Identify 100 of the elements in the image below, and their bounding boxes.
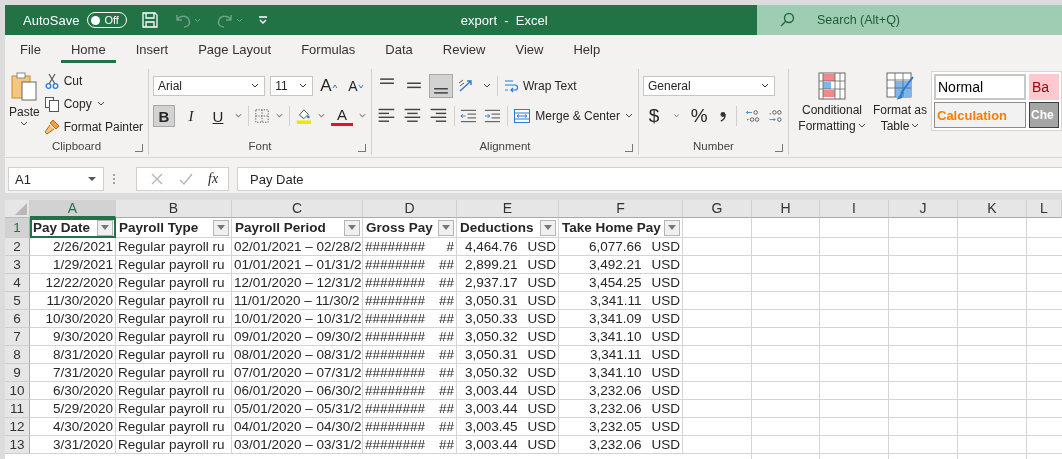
row-header[interactable]: 12 (5, 418, 30, 436)
table-cell: 4/30/2020 (52, 419, 113, 434)
header-cell[interactable]: Gross Pay (363, 218, 457, 238)
name-box[interactable]: A1 (8, 167, 104, 191)
increase-indent-icon[interactable] (483, 107, 503, 125)
header-cell[interactable]: Deductions (457, 218, 559, 238)
caret-icon[interactable] (482, 83, 492, 89)
font-size-field[interactable]: 11 (270, 76, 313, 96)
copy-button[interactable]: Copy (43, 94, 144, 114)
font-style-button[interactable]: I (180, 105, 202, 127)
column-header[interactable]: F (559, 200, 683, 218)
column-header[interactable]: I (820, 200, 889, 218)
merge-center-button[interactable]: Merge & Center (513, 106, 634, 126)
bad-style[interactable]: Ba (1029, 74, 1059, 100)
check-icon[interactable] (178, 172, 194, 186)
shrink-font-button[interactable]: A (345, 75, 367, 97)
ribbon-tab[interactable]: File (10, 37, 51, 63)
borders-icon[interactable] (253, 107, 270, 125)
ribbon-tab[interactable]: Help (563, 37, 611, 63)
fill-color-icon[interactable] (294, 106, 313, 126)
format-painter-button[interactable]: Format Painter (43, 117, 144, 137)
grow-font-button[interactable]: A (318, 75, 340, 97)
header-cell[interactable]: Pay Date (30, 218, 116, 238)
table-cell: Regular payroll ru (118, 239, 225, 254)
column-header[interactable]: H (752, 200, 820, 218)
row-header[interactable]: 9 (5, 364, 30, 382)
group-label: Clipboard (51, 140, 102, 152)
table-cell: ######## (365, 347, 426, 362)
column-header[interactable]: A (30, 200, 116, 218)
header-cell[interactable]: Take Home Pay (559, 218, 683, 238)
font-style-button[interactable]: U (207, 105, 229, 127)
column-header[interactable]: K (958, 200, 1027, 218)
paste-button[interactable]: Paste (9, 69, 40, 137)
ribbon-tab[interactable]: Page Layout (188, 37, 282, 63)
cut-button[interactable]: Cut (43, 71, 144, 91)
filter-button[interactable] (438, 219, 454, 236)
row-header[interactable]: 7 (5, 328, 30, 346)
column-header[interactable]: L (1027, 200, 1062, 218)
table-cell: 11/01/2020 – 11/30/2 (234, 293, 360, 308)
row-header[interactable]: 3 (5, 256, 30, 274)
dialog-launcher-button[interactable] (135, 144, 143, 152)
group-label: Font (248, 140, 272, 152)
row-header[interactable]: 2 (5, 238, 30, 256)
column-header[interactable]: J (889, 200, 958, 218)
table-cell: USD (651, 365, 680, 380)
formula-field[interactable]: Pay Date (237, 167, 1062, 191)
row-header[interactable]: 13 (5, 436, 30, 454)
dialog-launcher-button[interactable] (775, 144, 783, 152)
ribbon-tab[interactable]: Home (60, 37, 116, 63)
align-icon[interactable] (430, 75, 452, 97)
filter-button[interactable] (664, 219, 680, 236)
row-header[interactable]: 4 (5, 274, 30, 292)
decrease-indent-icon[interactable] (459, 107, 479, 125)
ribbon-tab[interactable]: Review (432, 37, 496, 63)
customize-icon[interactable] (256, 14, 269, 26)
table-cell: 3,232.06 (588, 437, 642, 452)
number-format-field[interactable]: General (643, 76, 775, 96)
table-cell: USD (527, 401, 556, 416)
header-cell[interactable]: Payroll Period (232, 218, 363, 238)
dialog-launcher-button[interactable] (625, 144, 633, 152)
filter-button[interactable] (97, 219, 113, 236)
row-header[interactable]: 5 (5, 292, 30, 310)
currency-button[interactable]: $ (643, 105, 665, 127)
format-as-table-button[interactable]: Format as Table (873, 69, 927, 155)
wrap-text-button[interactable]: Wrap Text (503, 76, 577, 96)
row-header[interactable]: 1 (5, 218, 30, 238)
column-header[interactable]: B (116, 200, 232, 218)
font-style-button[interactable]: B (153, 105, 175, 127)
dialog-launcher-button[interactable] (358, 144, 366, 152)
ribbon-tab[interactable]: Insert (125, 37, 179, 63)
ribbon-tab[interactable]: View (505, 37, 554, 63)
column-header[interactable]: G (683, 200, 752, 218)
ribbon-tab[interactable]: Data (375, 37, 423, 63)
row-header[interactable]: 6 (5, 310, 30, 328)
table-cell: ######## (365, 329, 426, 344)
header-cell[interactable]: Payroll Type (116, 218, 232, 238)
table-cell: ######## (365, 365, 426, 380)
row-header[interactable]: 10 (5, 382, 30, 400)
column-header[interactable]: D (363, 200, 457, 218)
table-cell: 9/30/2020 (52, 329, 113, 344)
font-name-field[interactable]: Arial (153, 76, 266, 96)
percent-button[interactable]: % (688, 105, 711, 127)
caret-icon (624, 113, 634, 119)
filter-button[interactable] (540, 219, 556, 236)
font-color-button[interactable]: A (331, 106, 354, 126)
filter-button[interactable] (213, 219, 229, 236)
ribbon-tab[interactable]: Formulas (291, 37, 366, 63)
normal-style[interactable]: Normal (934, 74, 1026, 100)
search-field[interactable]: Search (Alt+Q) (757, 5, 1062, 35)
colored-grid-icon (817, 71, 847, 101)
table-cell: ######## (365, 311, 426, 326)
column-header[interactable]: E (457, 200, 559, 218)
filter-button[interactable] (344, 219, 360, 236)
caret-icon (911, 123, 920, 129)
insert-function-button[interactable]: fx (208, 171, 219, 187)
column-header[interactable]: C (232, 200, 363, 218)
row-header[interactable]: 11 (5, 400, 30, 418)
conditional-formatting-button[interactable]: Conditional Formatting (795, 69, 869, 155)
save-icon[interactable] (140, 11, 159, 29)
row-header[interactable]: 8 (5, 346, 30, 364)
